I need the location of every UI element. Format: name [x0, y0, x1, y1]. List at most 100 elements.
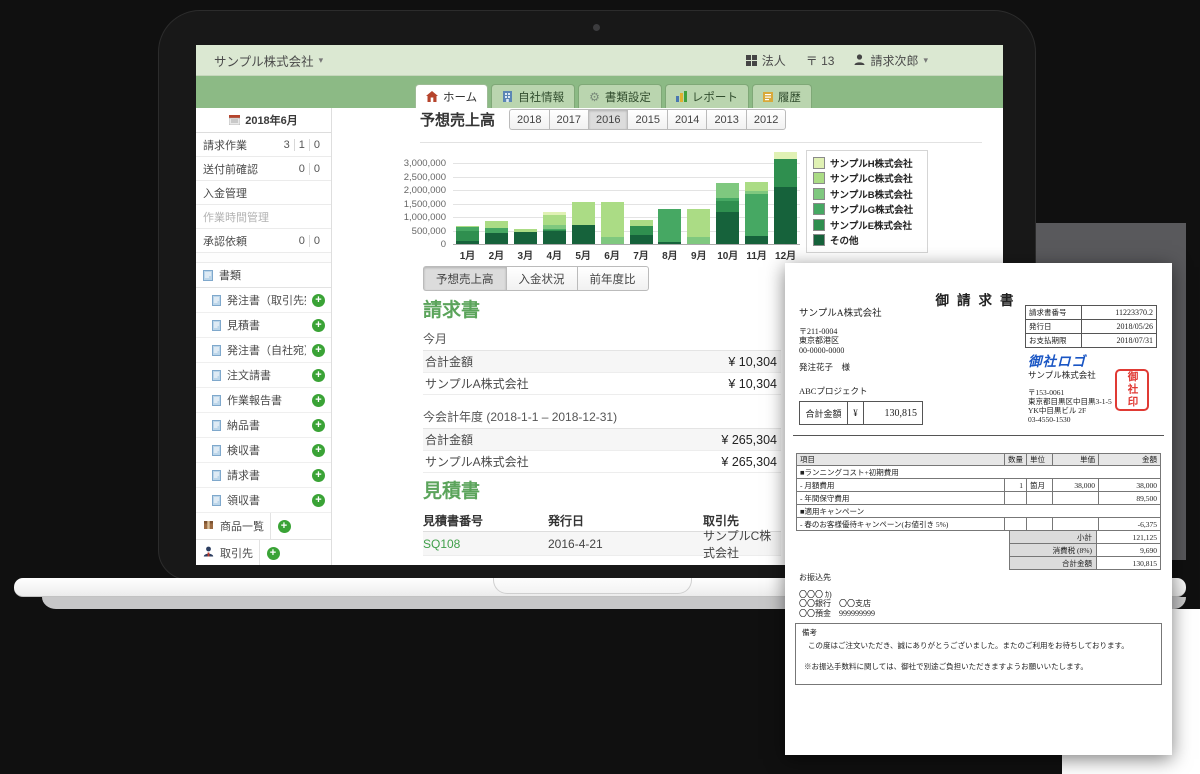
sidebar-doc-発注書（自社宛）[interactable]: 発注書（自社宛）+	[196, 338, 331, 363]
task-label: 入金管理	[203, 185, 324, 201]
sidebar-task-請求作業[interactable]: 請求作業310	[196, 133, 331, 157]
sidebar-doc-注文請書[interactable]: 注文請書+	[196, 363, 331, 388]
sidebar-doc-納品書[interactable]: 納品書 +	[196, 413, 331, 438]
recipient-company: サンプルA株式会社	[799, 310, 882, 320]
item-name-cell: - 春のお客様優待キャンペーン(お値引き 5%)	[797, 518, 1004, 530]
bill-row[interactable]: サンプルA株式会社¥ 10,304	[423, 373, 781, 395]
add-icon[interactable]: +	[312, 394, 325, 407]
view-button-前年度比[interactable]: 前年度比	[577, 266, 649, 291]
bar-segment-サンプルE株式会社	[456, 231, 479, 241]
chart-view-switcher: 予想売上高入金状況前年度比	[423, 266, 649, 291]
year-button-2018[interactable]: 2018	[509, 109, 548, 130]
calendar-icon	[229, 115, 240, 125]
year-button-2015[interactable]: 2015	[627, 109, 666, 130]
tab-company-info[interactable]: 自社情報	[491, 84, 575, 108]
items-row: - 春のお客様優待キャンペーン(お値引き 5%)-6,375	[796, 518, 1161, 531]
legend-swatch	[813, 234, 825, 246]
sidebar-task-入金管理[interactable]: 入金管理	[196, 181, 331, 205]
bar-segment-サンプルH株式会社	[774, 152, 797, 159]
tab-doc-settings[interactable]: ⚙ 書類設定	[578, 84, 662, 108]
legend-item: サンプルE株式会社	[813, 217, 921, 233]
add-icon[interactable]: +	[278, 520, 291, 533]
sidebar-doc-発注書（取引先宛）[interactable]: 発注書（取引先宛） +	[196, 288, 331, 313]
x-tick-label: 9月	[684, 247, 713, 262]
items-total-row: 小計121,125	[796, 531, 1161, 544]
invoice-meta-label: 発行日	[1026, 320, 1082, 333]
items-header-cell: 数量	[1004, 454, 1026, 465]
year-button-2016[interactable]: 2016	[588, 109, 627, 130]
bill-row-label: サンプルA株式会社	[425, 453, 529, 470]
recipient-phone: 00-0000-0000	[799, 346, 882, 356]
year-button-2017[interactable]: 2017	[549, 109, 588, 130]
add-icon[interactable]: +	[312, 494, 325, 507]
bar-segment-その他	[456, 241, 479, 245]
divider	[420, 142, 982, 143]
add-icon[interactable]: +	[312, 294, 325, 307]
sidebar-docs-header[interactable]: 書類	[196, 263, 331, 288]
sidebar-month-header[interactable]: 2018年6月	[196, 108, 331, 133]
doc-label: 検収書	[227, 442, 306, 458]
chart-title: 予想売上高	[420, 109, 495, 130]
total-box-currency: ¥	[848, 402, 864, 424]
issuer-phone: 03-4550-1530	[1028, 415, 1112, 424]
legend-label: サンプルE株式会社	[830, 218, 912, 232]
sidebar-docs-header-label: 書類	[219, 267, 241, 283]
add-icon[interactable]: +	[267, 547, 280, 560]
tab-report[interactable]: レポート	[665, 84, 749, 108]
add-icon[interactable]: +	[312, 444, 325, 457]
chart-plot-area	[453, 152, 800, 244]
bar-segment-サンプルC株式会社	[543, 215, 566, 225]
add-icon[interactable]: +	[312, 369, 325, 382]
quotes-row[interactable]: SQ1082016-4-21サンプルC株式会社	[423, 532, 781, 556]
task-counts: 310	[280, 139, 324, 151]
add-icon[interactable]: +	[312, 419, 325, 432]
bar-segment-サンプルB株式会社	[687, 237, 710, 244]
item-qty-cell	[1004, 518, 1026, 530]
tab-home[interactable]: ホーム	[415, 84, 488, 108]
quote-number-link[interactable]: SQ108	[423, 537, 460, 551]
year-button-2014[interactable]: 2014	[667, 109, 706, 130]
remarks-line: この度はご注文いただき、誠にありがとうございました。またのご利用をお待ちしており…	[808, 640, 1155, 651]
bill-row[interactable]: サンプルA株式会社¥ 265,304	[423, 451, 781, 473]
x-tick-label: 10月	[713, 247, 742, 262]
issuer-address2: YK中目黒ビル 2F	[1028, 406, 1112, 415]
add-icon[interactable]: +	[312, 344, 325, 357]
sidebar-doc-請求書[interactable]: 請求書+	[196, 463, 331, 488]
add-icon[interactable]: +	[312, 469, 325, 482]
add-icon[interactable]: +	[312, 319, 325, 332]
quotes-section: 見積書 見積書番号発行日取引先SQ1082016-4-21サンプルC株式会社	[423, 476, 781, 556]
postal-indicator: 〒 13	[806, 52, 835, 69]
sidebar-task-送付前確認[interactable]: 送付前確認00	[196, 157, 331, 181]
sidebar-doc-見積書[interactable]: 見積書+	[196, 313, 331, 338]
corp-switch[interactable]: 法人	[746, 52, 786, 69]
view-button-予想売上高[interactable]: 予想売上高	[423, 266, 506, 291]
bill-row[interactable]: 合計金額¥ 10,304	[423, 351, 781, 373]
tab-history[interactable]: 履歴	[752, 84, 812, 108]
topbar-right: 法人 〒 13 請求次郎 ▾	[746, 52, 928, 69]
user-menu[interactable]: 請求次郎 ▾	[854, 52, 928, 69]
document-icon	[212, 295, 221, 306]
items-row: - 年間保守費用89,500	[796, 492, 1161, 505]
bill-row[interactable]: 合計金額¥ 265,304	[423, 429, 781, 451]
bar-segment-サンプルC株式会社	[601, 202, 624, 237]
sidebar-doc-領収書[interactable]: 領収書+	[196, 488, 331, 513]
company-selector[interactable]: サンプル株式会社 ▾	[214, 51, 323, 70]
doc-label: 発注書（取引先宛）	[227, 292, 306, 308]
sidebar-task-承認依頼[interactable]: 承認依頼00	[196, 229, 331, 253]
task-count: 1	[294, 139, 309, 151]
doc-label: 納品書	[227, 417, 306, 433]
bank-line: 〇〇銀行 〇〇支店	[799, 599, 875, 609]
screenshot-canvas: サンプル株式会社 ▾ 法人 〒 13 請求次郎 ▾	[0, 0, 1200, 774]
chart-bar-1月	[456, 226, 479, 244]
items-row: - 月額費用1箇月38,00038,000	[796, 479, 1161, 492]
bank-line: 〇〇預金 999999999	[799, 609, 875, 619]
year-button-2012[interactable]: 2012	[746, 109, 786, 130]
item-name-cell: - 年間保守費用	[797, 492, 1004, 504]
sidebar-doc-検収書[interactable]: 検収書 +	[196, 438, 331, 463]
total-box-amount: 130,815	[864, 402, 922, 424]
sidebar-doc-作業報告書[interactable]: 作業報告書+	[196, 388, 331, 413]
sidebar-item-取引先[interactable]: 取引先+	[196, 540, 331, 565]
view-button-入金状況[interactable]: 入金状況	[506, 266, 577, 291]
sidebar-item-商品一覧[interactable]: 商品一覧+	[196, 513, 331, 540]
year-button-2013[interactable]: 2013	[706, 109, 745, 130]
